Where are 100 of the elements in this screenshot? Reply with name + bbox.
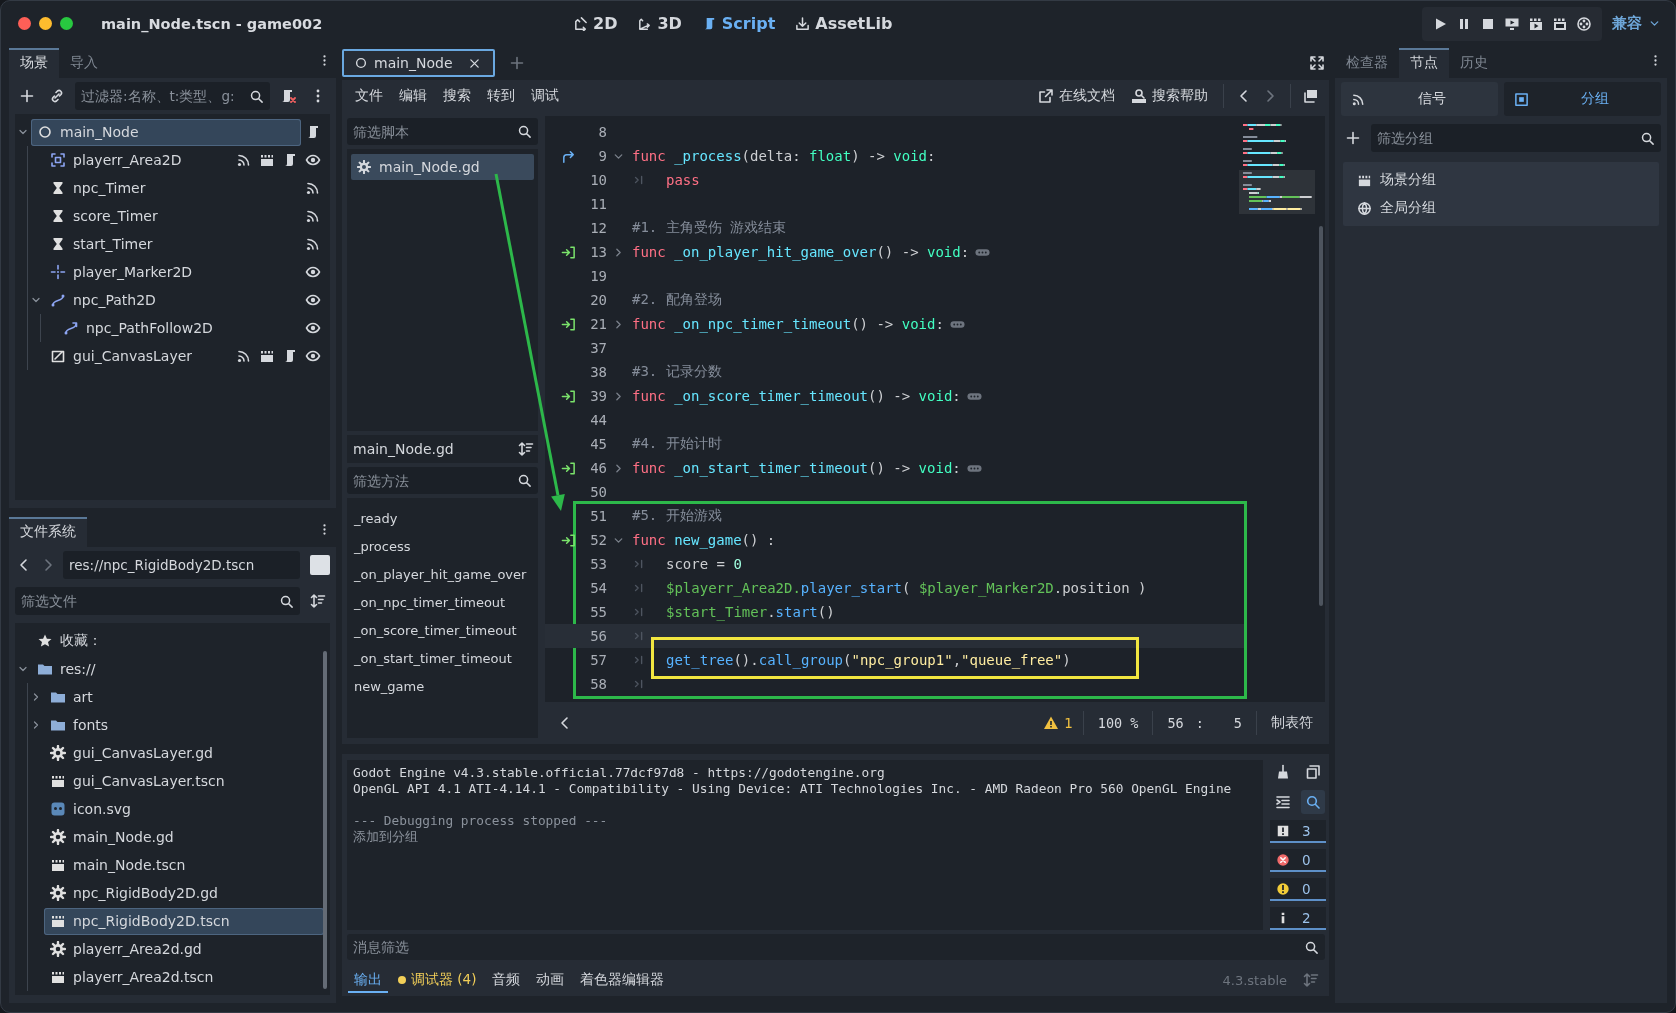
search-field[interactable]: 筛选方法 <box>347 467 538 494</box>
script-item[interactable]: main_Node.gd <box>351 154 534 180</box>
signal-connection-icon[interactable] <box>561 316 576 332</box>
file-item[interactable]: res:// <box>31 655 324 683</box>
file-item[interactable]: playerr_Area2d.tscn <box>44 963 324 991</box>
dock-tab[interactable]: 场景 <box>9 48 59 78</box>
search-field[interactable]: 筛选脚本 <box>347 118 538 145</box>
panel-toggle-icon[interactable] <box>1303 88 1319 104</box>
signal-connection-icon[interactable] <box>561 244 576 260</box>
panel-tab[interactable]: 输出 <box>348 967 388 993</box>
group-item[interactable]: 全局分组 <box>1343 194 1659 222</box>
fullscreen-icon[interactable] <box>1309 55 1325 71</box>
file-item[interactable]: main_Node.gd <box>44 823 324 851</box>
detach-script-icon[interactable] <box>280 88 296 104</box>
method-item[interactable]: _process <box>351 532 534 560</box>
search-icon[interactable] <box>1305 794 1321 810</box>
film-reel-icon[interactable] <box>1576 15 1592 32</box>
minimize-button[interactable] <box>39 17 52 30</box>
zoom-button[interactable] <box>60 17 73 30</box>
workspace-tab[interactable]: AssetLib <box>793 10 895 37</box>
dock-subtab[interactable]: 信号 <box>1341 82 1498 116</box>
warning-count[interactable]: 1 <box>1043 715 1073 731</box>
method-item[interactable]: _on_start_timer_timeout <box>351 644 534 672</box>
file-tab[interactable]: main_Node <box>342 49 495 77</box>
panel-tab[interactable]: 调试器 (4) <box>392 967 483 993</box>
code-editor[interactable] <box>545 116 1325 702</box>
eye-icon[interactable] <box>304 348 321 364</box>
file-item[interactable]: playerr_Area2d.gd <box>44 935 324 963</box>
dock-tab[interactable]: 导入 <box>59 48 109 78</box>
indent-icon[interactable] <box>1275 794 1291 810</box>
node-item[interactable]: start_Timer <box>44 230 301 258</box>
node-item[interactable]: main_Node <box>31 118 301 146</box>
group-item[interactable]: 场景分组 <box>1343 166 1659 194</box>
eye-icon[interactable] <box>304 320 321 336</box>
node-item[interactable]: npc_PathFollow2D <box>57 314 301 342</box>
favorites-item[interactable]: 收藏： <box>31 627 324 655</box>
signal-icon[interactable] <box>304 236 321 252</box>
node-item[interactable]: score_Timer <box>44 202 301 230</box>
node-item[interactable]: npc_Timer <box>44 174 301 202</box>
clapperboard-icon[interactable] <box>258 348 275 364</box>
menu-item[interactable]: 搜索 <box>436 83 478 109</box>
menu-item[interactable]: 转到 <box>480 83 522 109</box>
close-icon[interactable] <box>468 56 482 70</box>
dock-subtab[interactable]: 分组 <box>1504 82 1661 116</box>
method-item[interactable]: _on_npc_timer_timeout <box>351 588 534 616</box>
message-filter-toggle[interactable]: 2 <box>1270 907 1326 930</box>
menu-item[interactable]: 文件 <box>348 83 390 109</box>
signal-icon[interactable] <box>235 152 252 168</box>
dock-tab[interactable]: 文件系统 <box>9 517 87 547</box>
signal-icon[interactable] <box>235 348 252 364</box>
menu-item[interactable]: 调试 <box>524 83 566 109</box>
file-item[interactable]: art <box>44 683 324 711</box>
eye-icon[interactable] <box>304 264 321 280</box>
panel-tab[interactable]: 着色器编辑器 <box>574 967 671 993</box>
method-item[interactable]: _on_player_hit_game_over <box>351 560 534 588</box>
clapperboard-icon[interactable] <box>258 152 275 168</box>
message-filter-toggle[interactable]: 0 <box>1270 878 1326 901</box>
node-item[interactable]: player_Marker2D <box>44 258 301 286</box>
file-item[interactable]: main_Node.tscn <box>44 851 324 879</box>
search-field[interactable]: 筛选文件 <box>15 587 300 615</box>
workspace-tab[interactable]: 3D <box>635 10 684 37</box>
signal-connection-icon[interactable] <box>561 388 576 404</box>
add-icon[interactable] <box>1345 130 1361 146</box>
help-button[interactable]: 在线文档 <box>1031 83 1122 109</box>
scrollbar[interactable] <box>323 651 327 989</box>
panel-tab[interactable]: 动画 <box>530 967 571 993</box>
workspace-tab[interactable]: Script <box>699 10 778 37</box>
message-filter-toggle[interactable]: 0 <box>1270 849 1326 872</box>
eye-icon[interactable] <box>304 292 321 308</box>
file-item[interactable]: icon.svg <box>44 795 324 823</box>
signal-icon[interactable] <box>304 180 321 196</box>
panel-tab[interactable]: 音频 <box>486 967 527 993</box>
file-item[interactable]: gui_CanvasLayer.tscn <box>44 767 324 795</box>
dock-tab[interactable]: 检查器 <box>1335 48 1399 78</box>
menu-item[interactable]: 编辑 <box>392 83 434 109</box>
help-button[interactable]: 搜索帮助 <box>1124 83 1215 109</box>
override-icon[interactable] <box>561 148 576 164</box>
node-item[interactable]: gui_CanvasLayer <box>44 342 232 370</box>
file-item[interactable]: npc_RigidBody2D.tscn <box>44 907 324 935</box>
signal-icon[interactable] <box>304 208 321 224</box>
method-item[interactable]: new_game <box>351 672 534 700</box>
dock-tab[interactable]: 历史 <box>1449 48 1499 78</box>
method-item[interactable]: _on_score_timer_timeout <box>351 616 534 644</box>
search-field[interactable]: 筛选分组 <box>1371 124 1661 152</box>
node-item[interactable]: playerr_Area2D <box>44 146 232 174</box>
copy-icon[interactable] <box>1305 764 1321 780</box>
add-icon[interactable] <box>19 88 35 104</box>
workspace-tab[interactable]: 2D <box>571 10 620 37</box>
scrollbar[interactable] <box>1319 226 1323 606</box>
path-field[interactable]: res://npc_RigidBody2D.tscn <box>63 551 300 579</box>
search-field[interactable]: 消息筛选 <box>347 934 1325 960</box>
signal-connection-icon[interactable] <box>561 460 576 476</box>
search-field[interactable]: 过滤器:名称、t:类型、g: <box>75 82 270 110</box>
dock-tab[interactable]: 节点 <box>1399 48 1449 78</box>
signal-connection-icon[interactable] <box>561 532 576 548</box>
link-icon[interactable] <box>49 88 65 104</box>
close-button[interactable] <box>18 17 31 30</box>
message-filter-toggle[interactable]: 3 <box>1270 820 1326 843</box>
node-item[interactable]: npc_Path2D <box>44 286 301 314</box>
file-item[interactable]: npc_RigidBody2D.gd <box>44 879 324 907</box>
